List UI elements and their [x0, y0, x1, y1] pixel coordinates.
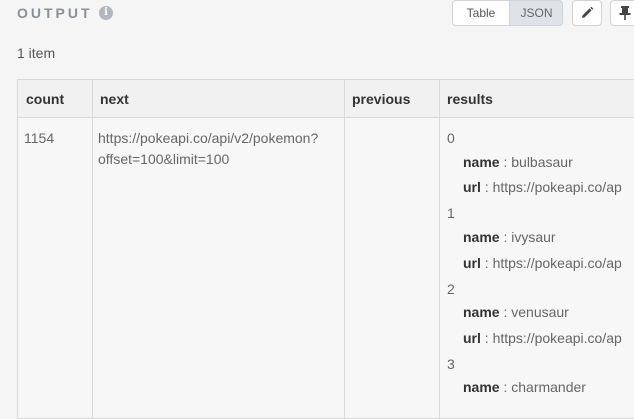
result-url: url : https://pokeapi.co/ap: [463, 330, 622, 346]
separator: :: [499, 229, 512, 245]
url-value: https://pokeapi.co/ap: [492, 179, 622, 195]
result-index: 2: [447, 281, 455, 297]
pencil-icon: [582, 6, 594, 18]
result-index: 0: [447, 130, 455, 146]
url-key: url: [463, 179, 481, 195]
cell-next-line2: offset=100&limit=100: [98, 151, 230, 167]
column-divider: [439, 80, 440, 418]
tab-table[interactable]: Table: [453, 1, 510, 25]
name-value: ivysaur: [511, 229, 556, 245]
name-value: charmander: [511, 379, 586, 395]
url-value: https://pokeapi.co/ap: [492, 330, 622, 346]
separator: :: [480, 179, 493, 195]
url-value: https://pokeapi.co/ap: [492, 255, 622, 271]
edit-button[interactable]: [572, 0, 602, 26]
header-count: count: [18, 80, 92, 118]
name-value: bulbasaur: [511, 154, 573, 170]
name-value: venusaur: [511, 304, 569, 320]
name-key: name: [463, 304, 500, 320]
result-name: name : venusaur: [463, 304, 569, 320]
result-name: name : bulbasaur: [463, 154, 573, 170]
name-key: name: [463, 154, 500, 170]
header-next: next: [92, 80, 344, 118]
pin-button[interactable]: [610, 0, 634, 26]
output-title: OUTPUT: [17, 5, 93, 21]
separator: :: [499, 379, 512, 395]
column-divider: [344, 80, 345, 418]
result-index: 1: [447, 205, 455, 221]
result-index: 3: [447, 356, 455, 372]
result-name: name : charmander: [463, 379, 586, 395]
header-previous: previous: [344, 80, 439, 118]
separator: :: [499, 154, 512, 170]
separator: :: [480, 330, 493, 346]
header-results: results: [439, 80, 634, 118]
item-count: 1 item: [17, 45, 56, 61]
result-url: url : https://pokeapi.co/ap: [463, 255, 622, 271]
url-key: url: [463, 330, 481, 346]
results-table: count next previous results 1154 https:/…: [17, 79, 634, 419]
pin-icon: [619, 6, 631, 20]
name-key: name: [463, 229, 500, 245]
info-icon[interactable]: i: [99, 6, 113, 20]
cell-next-line1: https://pokeapi.co/api/v2/pokemon?: [98, 130, 319, 146]
separator: :: [499, 304, 512, 320]
result-url: url : https://pokeapi.co/ap: [463, 179, 622, 195]
cell-count: 1154: [24, 130, 55, 146]
separator: :: [480, 255, 493, 271]
result-name: name : ivysaur: [463, 229, 556, 245]
output-header: OUTPUT i Table JSON: [0, 0, 634, 30]
name-key: name: [463, 379, 500, 395]
url-key: url: [463, 255, 481, 271]
view-toggle: Table JSON: [452, 0, 563, 26]
column-divider: [92, 80, 93, 418]
tab-json[interactable]: JSON: [510, 1, 562, 25]
cell-next: https://pokeapi.co/api/v2/pokemon? offse…: [98, 128, 343, 170]
